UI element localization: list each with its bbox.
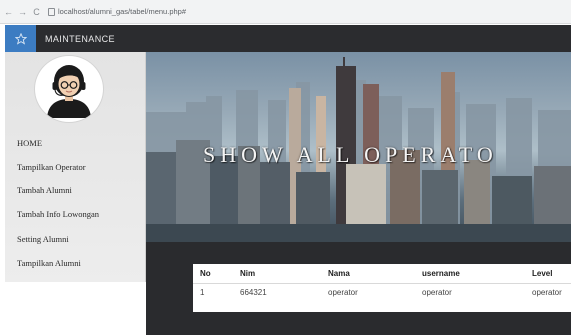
table-row: 1 664321 operator operator operator — [193, 283, 571, 302]
sidebar: HOME Tampilkan Operator Tambah Alumni Ta… — [5, 52, 146, 282]
app-header: MAINTENANCE — [5, 25, 571, 52]
column-header-nama: Nama — [321, 264, 415, 284]
sidebar-item-home[interactable]: HOME — [17, 138, 42, 148]
menu-toggle-button[interactable] — [5, 25, 36, 52]
column-header-no: No — [193, 264, 233, 284]
sidebar-item-tampilkan-alumni[interactable]: Tampilkan Alumni — [17, 258, 81, 268]
forward-icon[interactable]: → — [18, 0, 27, 24]
banner-image: SHOW ALL OPERATO — [146, 52, 571, 242]
cell-nama: operator — [328, 288, 358, 298]
sidebar-item-tambah-alumni[interactable]: Tambah Alumni — [17, 185, 72, 195]
cell-level: operator — [532, 288, 562, 298]
column-header-username: username — [415, 264, 525, 284]
cell-nim: 664321 — [240, 288, 267, 298]
sidebar-item-tampilkan-operator[interactable]: Tampilkan Operator — [17, 162, 86, 172]
reload-icon[interactable]: C — [32, 0, 41, 24]
cell-no: 1 — [200, 288, 205, 298]
page-icon — [48, 7, 55, 16]
address-url[interactable]: localhost/alumni_gas/tabel/menu.php# — [58, 7, 186, 16]
operator-table: No Nim Nama username Level 1 664321 oper… — [193, 264, 571, 302]
page-title: SHOW ALL OPERATO — [203, 142, 498, 167]
avatar — [34, 55, 104, 123]
column-header-nim: Nim — [233, 264, 321, 284]
table-header-row: No Nim Nama username Level — [193, 264, 571, 284]
star-icon — [14, 32, 27, 45]
app-title: MAINTENANCE — [45, 33, 115, 44]
cell-username: operator — [422, 288, 452, 298]
sidebar-item-tambah-info-lowongan[interactable]: Tambah Info Lowongan — [17, 209, 99, 219]
sidebar-item-setting-alumni[interactable]: Setting Alumni — [17, 234, 69, 244]
address-bar[interactable]: localhost/alumni_gas/tabel/menu.php# — [48, 7, 186, 16]
user-operator-icon — [47, 65, 91, 118]
table-footer — [193, 302, 571, 312]
back-icon[interactable]: ← — [4, 0, 13, 24]
browser-toolbar: ← → C localhost/alumni_gas/tabel/menu.ph… — [0, 0, 571, 24]
column-header-level: Level — [525, 264, 571, 284]
